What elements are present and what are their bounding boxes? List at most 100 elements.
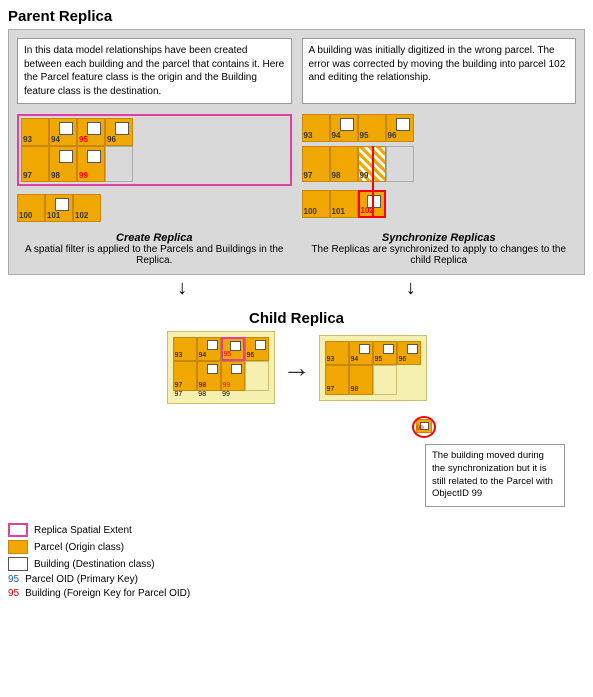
legend-blue-num: 95 [8, 574, 19, 585]
c-building-96 [255, 340, 266, 350]
legend-item-building-fk: 95 Building (Foreign Key for Parcel OID) [8, 588, 585, 599]
r-parcel-96: 96 [386, 114, 414, 142]
left-down-arrow: ↓ [177, 277, 187, 300]
rc-building-94 [359, 344, 370, 354]
c-building-94 [207, 340, 218, 350]
child-replica-section: Child Replica 93 94 95 [8, 310, 585, 507]
rc-parcel-98: 98 [349, 365, 373, 395]
legend-orange-box [8, 540, 28, 554]
legend-red-num: 95 [8, 588, 19, 599]
c-parcel-94: 94 [197, 337, 221, 361]
callout-area: The building moved during the synchroniz… [8, 444, 565, 507]
rc-parcel-94: 94 [349, 341, 373, 365]
legend-white-box [8, 557, 28, 571]
parcel-101: 101 [45, 194, 73, 222]
right-diagram-panel: 93 94 95 96 [302, 114, 577, 222]
c-building-99 [231, 364, 242, 374]
r-parcel-101: 101 [330, 190, 358, 218]
c-parcel-96: 96 [245, 337, 269, 361]
child-left-row2: 97 98 99 [173, 361, 269, 391]
red-line [372, 146, 374, 216]
sync-replica-body: The Replicas are synchronized to apply t… [302, 244, 577, 266]
child-right-row1: 93 94 95 96 [325, 341, 421, 365]
legend-item-spatial-extent: Replica Spatial Extent [8, 523, 585, 537]
create-replica-body: A spatial filter is applied to the Parce… [17, 244, 292, 266]
page-container: Parent Replica In this data model relati… [0, 0, 593, 610]
legend-item-parcel: Parcel (Origin class) [8, 540, 585, 554]
c-parcel-98: 98 [197, 361, 221, 391]
building-95 [87, 122, 101, 135]
r-parcel-100: 100 [302, 190, 330, 218]
r-building-96 [396, 118, 410, 131]
left-row-3: 100 101 102 [17, 194, 292, 222]
right-child-panel: 93 94 95 96 [319, 335, 427, 401]
child-left-row3: 97 98 99 [173, 391, 269, 398]
building-101 [55, 198, 69, 211]
left-row-1: 93 94 95 96 [21, 118, 288, 146]
parcel-95: 95 [77, 118, 105, 146]
moved-parcel-99: 99 [416, 419, 432, 433]
legend-label-building: Building (Destination class) [34, 559, 155, 570]
building-96 [115, 122, 129, 135]
right-row-1: 93 94 95 96 [302, 114, 577, 142]
parcel-102: 102 [73, 194, 101, 222]
child-replica-title: Child Replica [8, 310, 585, 327]
diagram-area: 93 94 95 96 [17, 114, 576, 222]
child-right-row2: 97 98 [325, 365, 421, 395]
moved-building-container: 99 [416, 419, 432, 433]
legend-label-spatial: Replica Spatial Extent [34, 525, 132, 536]
r-parcel-blank-2 [386, 146, 414, 182]
legend: Replica Spatial Extent Parcel (Origin cl… [8, 523, 585, 599]
right-text-bubble: A building was initially digitized in th… [302, 38, 577, 104]
parcel-97: 97 [21, 146, 49, 182]
parent-replica-title: Parent Replica [8, 8, 585, 25]
sync-replica-box: Synchronize Replicas The Replicas are sy… [302, 232, 577, 266]
create-replica-title: Create Replica [17, 232, 292, 244]
building-98 [59, 150, 73, 163]
callout-bubble: The building moved during the synchroniz… [425, 444, 565, 507]
left-child-panel: 93 94 95 96 [167, 331, 275, 404]
c-building-98 [207, 364, 218, 374]
rc-parcel-blank [373, 365, 397, 395]
building-94 [59, 122, 73, 135]
r-building-94 [340, 118, 354, 131]
legend-label-building-fk: Building (Foreign Key for Parcel OID) [25, 588, 190, 599]
parcel-96: 96 [105, 118, 133, 146]
left-grid-pink-border: 93 94 95 96 [17, 114, 292, 186]
child-left-row1: 93 94 95 96 [173, 337, 269, 361]
sync-replica-title: Synchronize Replicas [302, 232, 577, 244]
left-child-bg: 93 94 95 96 [167, 331, 275, 404]
c-parcel-97: 97 [173, 361, 197, 391]
rc-building-96 [407, 344, 418, 354]
c-parcel-99: 99 [221, 361, 245, 391]
r-building-102 [367, 195, 381, 208]
rc-parcel-97: 97 [325, 365, 349, 395]
r-parcel-93: 93 [302, 114, 330, 142]
left-row-2: 97 98 99 [21, 146, 288, 182]
c-blank-1 [245, 361, 269, 391]
right-child-bg: 93 94 95 96 [319, 335, 427, 401]
parcel-94: 94 [49, 118, 77, 146]
big-arrow: → [283, 352, 311, 384]
legend-item-parcel-oid: 95 Parcel OID (Primary Key) [8, 574, 585, 585]
c-parcel-95: 95 [221, 337, 245, 361]
legend-item-building: Building (Destination class) [8, 557, 585, 571]
legend-pink-border [8, 523, 28, 537]
rc-parcel-93: 93 [325, 341, 349, 365]
rc-building-95 [383, 344, 394, 354]
c-parcel-93: 93 [173, 337, 197, 361]
right-row-3: 100 101 102 [302, 190, 577, 218]
parcel-98: 98 [49, 146, 77, 182]
parent-top-row: In this data model relationships have be… [17, 38, 576, 104]
moved-building-99-area: 99 [416, 419, 432, 436]
parcel-99: 99 [77, 146, 105, 182]
parcel-100: 100 [17, 194, 45, 222]
middle-labels: Create Replica A spatial filter is appli… [17, 232, 576, 266]
right-down-arrow: ↓ [406, 277, 416, 300]
parcel-blank-1 [105, 146, 133, 182]
legend-label-parcel: Parcel (Origin class) [34, 542, 124, 553]
r-parcel-94: 94 [330, 114, 358, 142]
r-parcel-95: 95 [358, 114, 386, 142]
legend-label-parcel-oid: Parcel OID (Primary Key) [25, 574, 138, 585]
child-diagram-row: 93 94 95 96 [8, 331, 585, 404]
